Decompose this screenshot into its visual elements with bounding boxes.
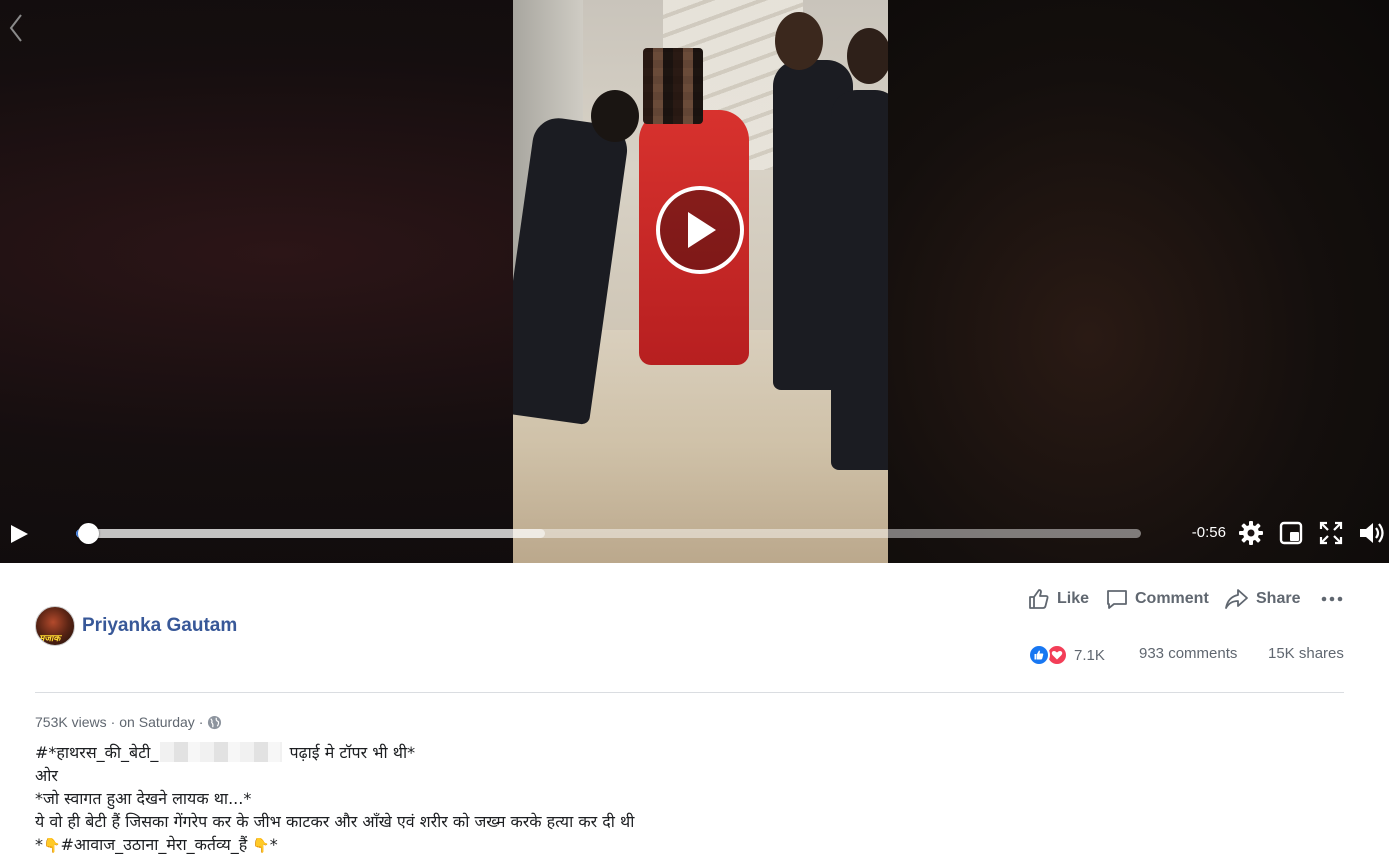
caption-line: #*हाथरस_की_बेटी_ पढ़ाई मे टॉपर भी थी* [35,741,634,764]
pixelated-name-redaction [160,742,283,762]
pointing-hand-icon: 👇 [43,838,61,854]
progress-bar[interactable] [76,529,1141,538]
like-button[interactable]: Like [1027,585,1089,613]
post-caption: #*हाथरस_की_बेटी_ पढ़ाई मे टॉपर भी थी* ओर… [35,741,634,858]
post-author[interactable]: मजाक Priyanka Gautam [35,606,237,646]
share-label: Share [1256,590,1301,607]
pointing-hand-icon: 👇 [252,838,270,854]
scene-person-head-3 [847,28,888,84]
author-name-link[interactable]: Priyanka Gautam [82,615,237,637]
more-dots-icon [1321,596,1343,602]
caption-line: ये वो ही बेटी हैं जिसका गेंगरेप कर के जी… [35,812,635,831]
scene-blurred-face [643,48,703,124]
caption-text: पढ़ाई मे टॉपर भी थी* [284,743,416,762]
meta-separator: · [110,714,116,730]
more-options-button[interactable] [1320,585,1350,613]
like-thumb-icon [1029,589,1049,609]
meta-separator: · [198,714,204,730]
scene-person-head-2 [775,12,823,70]
divider [35,692,1344,693]
caption-line: *जो स्वागत हुआ देखने लायक था...* [35,789,252,808]
video-frame[interactable] [513,0,888,563]
shares-count-link[interactable]: 15K shares [1268,645,1344,669]
globe-icon[interactable] [207,715,222,730]
video-player[interactable]: -0:56 [0,0,1389,563]
back-chevron-icon[interactable] [4,10,28,46]
buffer-bar [76,529,545,538]
video-backdrop [888,0,1389,563]
share-arrow-icon [1225,589,1248,609]
center-play-button[interactable] [656,186,744,274]
share-button[interactable]: Share [1224,585,1300,613]
progress-handle[interactable] [78,523,99,544]
hashtag-link[interactable]: #आवाज_उठाना_मेरा_कर्तव्य_हैं [60,835,252,854]
post-timestamp[interactable]: on Saturday [119,714,195,730]
avatar[interactable]: मजाक [35,606,75,646]
caption-text: * [269,835,278,854]
reactions-count: 7.1K [1074,646,1105,664]
comment-label: Comment [1135,590,1209,607]
view-count: 753K views [35,714,107,730]
caption-line: ओर [35,766,58,785]
comments-count-link[interactable]: 933 comments [1139,645,1237,669]
pip-icon[interactable] [1277,519,1305,547]
post-meta: 753K views · on Saturday · [35,714,222,730]
scene-person-suit-2 [831,90,888,470]
comment-bubble-icon [1107,590,1127,609]
play-icon [688,212,716,248]
play-icon [11,525,28,543]
like-reaction-icon [1028,644,1050,666]
avatar-logo-text: मजाक [39,633,61,643]
play-button[interactable] [8,523,30,545]
scene-person-head [591,90,639,142]
fullscreen-icon[interactable] [1317,519,1345,547]
like-label: Like [1057,590,1090,607]
time-remaining: -0:56 [1191,524,1226,541]
caption-line: *👇#आवाज_उठाना_मेरा_कर्तव्य_हैं 👇* [35,833,634,858]
caption-text: * [35,835,43,854]
settings-gear-icon[interactable] [1237,519,1265,547]
caption-text: #*हाथरस_की_बेटी_ [35,743,159,762]
volume-icon[interactable] [1358,519,1386,547]
comment-button[interactable]: Comment [1105,585,1209,613]
reactions-summary[interactable]: 7.1K [1028,644,1105,666]
